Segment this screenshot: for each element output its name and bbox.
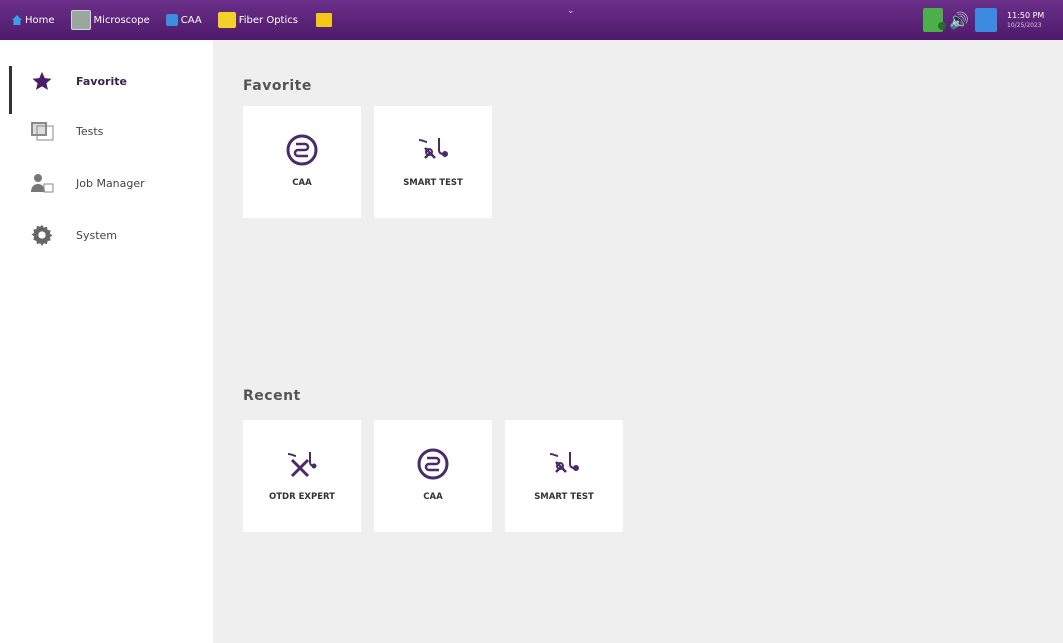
sidebar-item-favorite[interactable]: Favorite xyxy=(0,58,213,114)
sidebar-item-label: Favorite xyxy=(76,74,127,88)
network-icon[interactable] xyxy=(975,8,997,32)
favorite-tile-caa[interactable]: CAA xyxy=(243,106,361,218)
sidebar-item-label: System xyxy=(76,228,118,242)
taskbar-tab-label: Fiber Optics xyxy=(238,14,298,26)
speaker-icon[interactable]: 🔊 xyxy=(949,11,969,30)
microscope-icon xyxy=(70,10,91,30)
taskbar-tab-home[interactable]: Home xyxy=(8,8,59,32)
sidebar-item-job-manager[interactable]: Job Manager xyxy=(0,160,213,206)
otdr-expert-icon xyxy=(287,452,317,478)
clock-time: 11:50 PM xyxy=(1007,11,1045,20)
smart-test-icon xyxy=(418,138,448,159)
clock-date: 10/25/2023 xyxy=(1007,22,1042,29)
battery-icon[interactable] xyxy=(923,8,947,32)
fiber-optics-icon xyxy=(217,12,236,28)
tile-label: SMART TEST xyxy=(534,492,594,502)
sidebar-item-system[interactable]: System xyxy=(0,212,213,258)
job-manager-icon xyxy=(30,171,54,195)
taskbar-tab-label: Microscope xyxy=(93,14,150,26)
caa-circle-icon xyxy=(286,134,318,166)
taskbar-tab-microscope[interactable]: Microscope xyxy=(67,8,154,32)
home-icon xyxy=(12,15,22,25)
tile-label: SMART TEST xyxy=(403,178,463,188)
favorite-section-title: Favorite xyxy=(243,78,312,94)
caa-circle-icon xyxy=(417,448,449,480)
main-panel: Favorite CAA SMART TEST Recent OTDR EXPE… xyxy=(213,40,1063,643)
favorite-tile-smart-test[interactable]: SMART TEST xyxy=(374,106,492,218)
tile-label: CAA xyxy=(292,178,312,188)
sidebar-item-tests[interactable]: Tests xyxy=(0,108,213,154)
clock[interactable]: 11:50 PM 10/25/2023 xyxy=(1001,0,1063,40)
sidebar: Favorite Tests Job Manager System xyxy=(0,40,213,643)
recent-tile-caa[interactable]: CAA xyxy=(374,420,492,532)
gear-icon xyxy=(30,223,54,247)
smart-test-icon xyxy=(549,452,579,473)
star-icon xyxy=(30,69,54,93)
recent-section-title: Recent xyxy=(243,388,301,404)
taskbar-folder-icon[interactable] xyxy=(315,13,332,27)
caa-icon xyxy=(165,14,178,26)
recent-tile-smart-test[interactable]: SMART TEST xyxy=(505,420,623,532)
tile-label: OTDR EXPERT xyxy=(269,492,335,502)
sidebar-item-label: Job Manager xyxy=(76,176,145,190)
taskbar-tab-fiber-optics[interactable]: Fiber Optics xyxy=(214,8,302,32)
tile-label: CAA xyxy=(423,492,443,502)
taskbar-tab-label: CAA xyxy=(180,14,202,26)
chevron-down-icon[interactable]: ⌄ xyxy=(567,6,575,16)
taskbar: Home Microscope CAA Fiber Optics ⌄ 🔊 11:… xyxy=(0,0,1063,40)
recent-tile-otdr-expert[interactable]: OTDR EXPERT xyxy=(243,420,361,532)
tests-icon xyxy=(30,119,54,143)
taskbar-tab-label: Home xyxy=(25,14,55,26)
sidebar-item-label: Tests xyxy=(76,124,104,138)
taskbar-tab-caa[interactable]: CAA xyxy=(162,8,206,32)
